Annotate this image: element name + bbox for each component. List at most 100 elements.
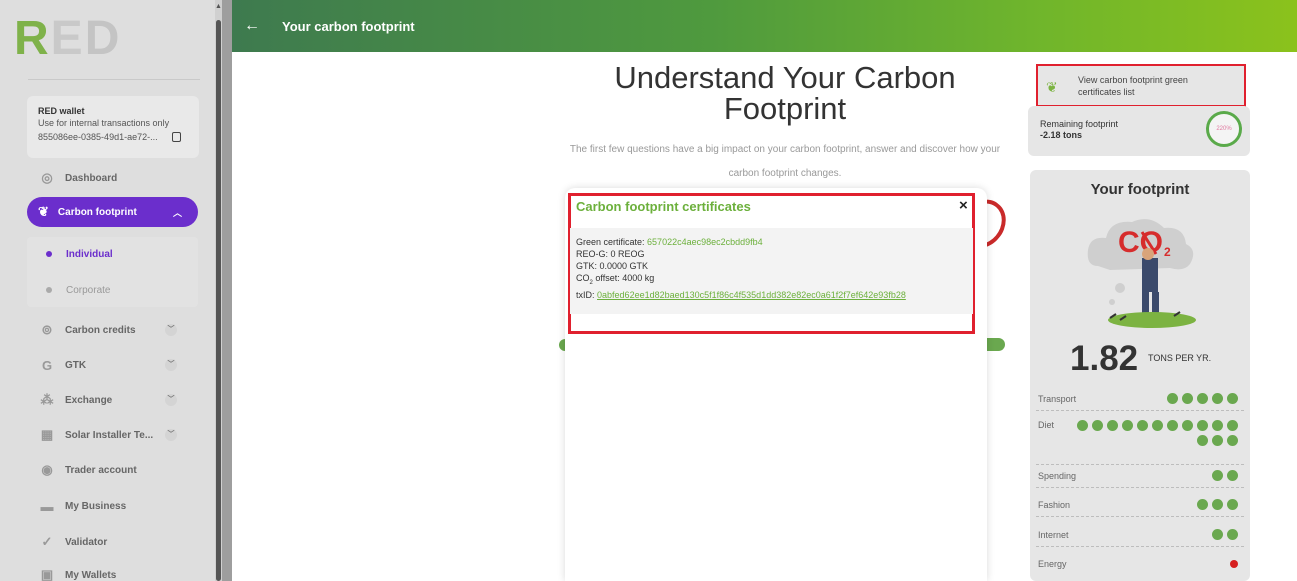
co2-subscript: 2 (1164, 245, 1171, 259)
category-label: Transport (1038, 394, 1077, 404)
wallet-subtitle: Use for internal transactions only (38, 118, 170, 128)
green-dot (1197, 435, 1208, 446)
green-dot (1077, 420, 1088, 431)
sidebar-item-solar-installer[interactable]: ▦ Solar Installer Te... ﹀ (27, 420, 177, 450)
green-dot (1197, 499, 1208, 510)
co2-illustration: CO 2 (1087, 219, 1196, 328)
green-dot (1197, 420, 1208, 431)
green-dot (1227, 393, 1238, 404)
green-dot (1227, 420, 1238, 431)
green-dot (1227, 470, 1238, 481)
wallet-address-row: 855086ee-0385-49d1-ae72-... (38, 131, 199, 143)
sidebar-item-exchange[interactable]: ⁂ Exchange ﹀ (27, 385, 177, 415)
header-title: Your carbon footprint (282, 18, 415, 34)
chevron-down-icon: ﹀ (165, 324, 177, 336)
category-row-internet: Internet (1036, 524, 1244, 547)
green-dot (1227, 499, 1238, 510)
reog-line: REO-G: 0 REOG (576, 249, 645, 259)
sidebar-item-label: Solar Installer Te... (65, 429, 154, 441)
category-row-spending: Spending (1036, 465, 1244, 488)
sidebar-item-carbon-credits[interactable]: ⊚ Carbon credits ﹀ (27, 315, 177, 345)
category-dots (1178, 499, 1238, 510)
category-row-diet: Diet (1036, 414, 1244, 465)
wallet-title: RED wallet (38, 106, 85, 116)
sidebar-item-validator[interactable]: ✓ Validator (27, 527, 108, 557)
back-arrow-icon[interactable]: ← (244, 17, 260, 35)
view-green-certificates-button[interactable]: ❦ View carbon footprint green certificat… (1036, 64, 1246, 107)
green-dot (1167, 393, 1178, 404)
co2-offset-line: CO2 offset: 4000 kg (576, 273, 655, 286)
green-dot (1212, 393, 1223, 404)
sidebar-item-dashboard[interactable]: ◎ Dashboard (27, 163, 117, 193)
sidebar-subitem-corporate[interactable]: Corporate (27, 273, 198, 307)
category-label: Fashion (1038, 500, 1071, 510)
green-dot (1167, 420, 1178, 431)
green-dot (1212, 499, 1223, 510)
red-logo[interactable]: R E D (14, 14, 119, 64)
red-dot (1230, 560, 1238, 568)
green-dot (1092, 420, 1103, 431)
sidebar-subitem-label: Individual (66, 248, 113, 260)
person-head (1142, 248, 1154, 260)
sidebar-item-label: Exchange (65, 394, 113, 406)
category-label: Spending (1038, 471, 1077, 481)
txid-line: txID: 0abfed62ee1d82baed130c5f1f86c4f535… (576, 289, 973, 301)
sidebar-item-label: Dashboard (65, 172, 118, 184)
validator-icon: ✓ (41, 534, 53, 549)
sidebar-item-label: GTK (65, 359, 87, 371)
category-dots (1138, 393, 1238, 404)
footprint-icon: ❦ (1046, 78, 1058, 95)
green-dot (1107, 420, 1118, 431)
close-icon[interactable]: × (959, 197, 968, 214)
person-body (1142, 258, 1158, 292)
remaining-progress-ring: 220% (1206, 111, 1242, 147)
category-row-transport: Transport (1036, 388, 1244, 411)
footprint-value: 1.82 (1070, 339, 1139, 378)
dashboard-icon: ◎ (41, 170, 53, 185)
page-subtitle: The first few questions have a big impac… (569, 144, 1001, 179)
remaining-value: -2.18 tons (1040, 130, 1083, 140)
txid-label: txID: (576, 289, 595, 300)
txid-link[interactable]: 0abfed62ee1d82baed130c5f1f86c4f535d1dd38… (597, 290, 906, 300)
sidebar-subitem-label: Corporate (66, 284, 111, 296)
sidebar-item-label: Carbon footprint (57, 206, 137, 218)
sidebar-item-my-business[interactable]: ▬ My Business (27, 491, 127, 521)
top-header: ← Your carbon footprint (232, 0, 1297, 52)
sidebar-subitem-individual[interactable]: Individual (27, 237, 198, 271)
green-certificates-label: View carbon footprint green certificates… (1078, 74, 1188, 97)
sidebar-item-carbon-footprint[interactable]: ❦ Carbon footprint ︿ (27, 197, 198, 227)
sidebar-item-my-wallets[interactable]: ▣ My Wallets (27, 560, 116, 581)
copy-icon[interactable] (171, 132, 181, 142)
sidebar-scrollbar-thumb[interactable] (216, 20, 221, 581)
sidebar-item-label: My Business (65, 500, 127, 512)
business-icon: ▬ (40, 498, 54, 514)
certificate-entry: Green certificate: 657022c4aec98ec2cbdd9… (570, 228, 973, 314)
scroll-up-icon[interactable]: ▲ (215, 3, 222, 11)
green-dot (1212, 435, 1223, 446)
footprint-icon: ❦ (38, 204, 49, 219)
category-label: Internet (1038, 530, 1069, 540)
chevron-down-icon: ﹀ (165, 429, 177, 441)
category-row-energy: Energy (1036, 553, 1244, 576)
bubble-shape (1115, 283, 1125, 293)
category-dots (1073, 420, 1238, 446)
category-dots (1178, 470, 1238, 481)
sidebar-item-trader-account[interactable]: ◉ Trader account (27, 455, 136, 485)
solar-icon: ▦ (40, 427, 54, 442)
green-dot (1137, 420, 1148, 431)
gtk-icon: G (41, 357, 53, 373)
green-dot (1227, 529, 1238, 540)
green-dot (1212, 470, 1223, 481)
sidebar-gutter (222, 0, 232, 581)
chevron-down-icon: ﹀ (165, 359, 177, 371)
trader-icon: ◉ (41, 462, 53, 477)
carbon-credits-icon: ⊚ (41, 322, 53, 337)
modal-title: Carbon footprint certificates (576, 199, 751, 214)
sidebar-item-label: Validator (65, 536, 108, 548)
green-dot (1212, 420, 1223, 431)
bullet-icon (46, 287, 52, 293)
exchange-icon: ⁂ (40, 392, 54, 407)
sidebar-item-gtk[interactable]: G GTK ﹀ (27, 350, 177, 380)
chevron-down-icon: ﹀ (165, 394, 177, 406)
category-label: Diet (1038, 420, 1055, 430)
